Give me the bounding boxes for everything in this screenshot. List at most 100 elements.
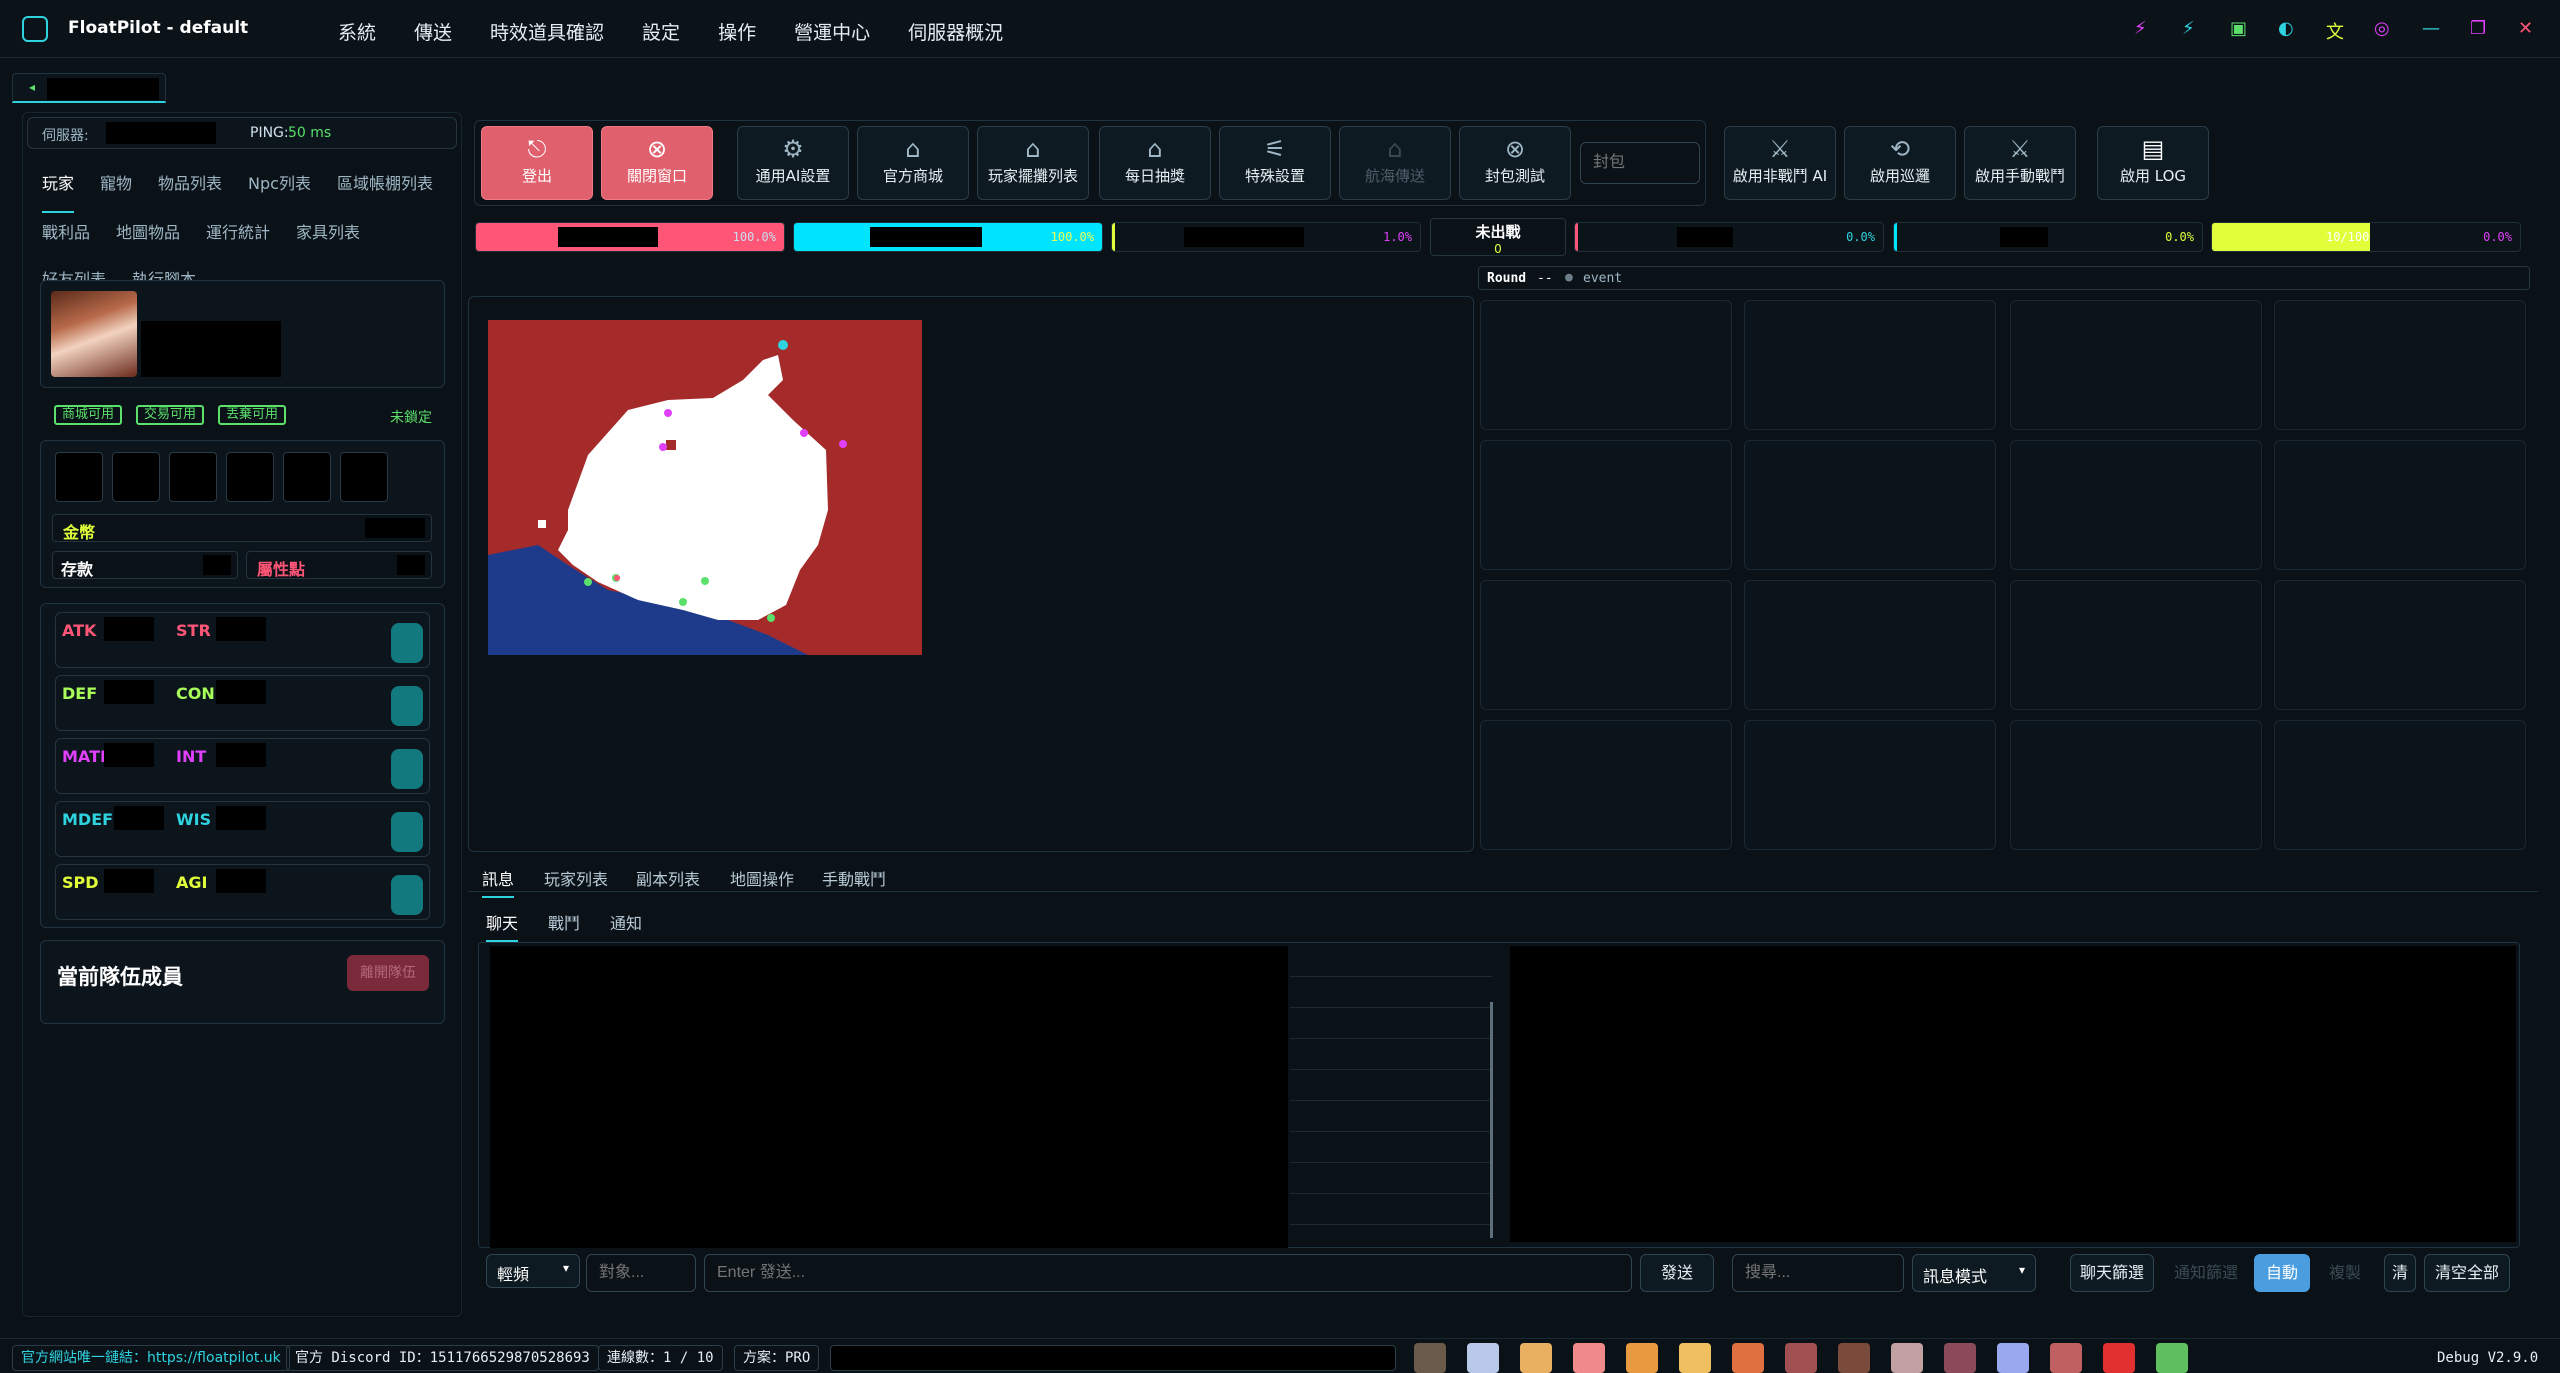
equip-slot[interactable] (169, 452, 217, 502)
save-icon[interactable]: ▣ (2230, 18, 2247, 39)
special-settings-button[interactable]: ⚟ 特殊設置 (1219, 126, 1331, 200)
player-stalls-button[interactable]: ⌂ 玩家擺攤列表 (977, 126, 1089, 200)
battle-slot[interactable] (2010, 300, 2262, 430)
tab-notify[interactable]: 通知 (610, 910, 642, 934)
tab-npc-list[interactable]: Npc列表 (248, 164, 311, 211)
menu-system[interactable]: 系統 (338, 22, 376, 44)
search-input[interactable] (1732, 1254, 1904, 1292)
chat-scrollbar[interactable] (1490, 1002, 1493, 1238)
close-icon[interactable]: ✕ (2518, 18, 2533, 39)
menu-operations[interactable]: 操作 (718, 22, 756, 44)
equip-slot[interactable] (340, 452, 388, 502)
menu-timed-items[interactable]: 時效道具確認 (490, 22, 604, 44)
tab-chat[interactable]: 聊天 (486, 910, 519, 942)
stat-add-button[interactable] (391, 749, 423, 789)
ai-settings-button[interactable]: ⚙ 通用AI設置 (737, 126, 849, 200)
tab-battle[interactable]: 戰鬥 (548, 910, 580, 934)
menu-teleport[interactable]: 傳送 (414, 22, 452, 44)
packet-input[interactable] (1580, 142, 1700, 184)
battle-slot[interactable] (1480, 300, 1732, 430)
send-button[interactable]: 發送 (1640, 1254, 1714, 1292)
target-input[interactable] (586, 1254, 696, 1292)
tab-pet[interactable]: 寵物 (100, 164, 132, 211)
battle-slot[interactable] (1744, 720, 1996, 850)
equip-slot[interactable] (112, 452, 160, 502)
tab-loot[interactable]: 戰利品 (42, 213, 90, 260)
character-avatar[interactable] (2103, 1343, 2135, 1373)
database-icon[interactable]: ◎ (2374, 18, 2390, 39)
non-battle-ai-button[interactable]: ⚔ 啟用非戰鬥 AI (1724, 126, 1836, 200)
auto-scroll-toggle[interactable]: 自動 (2254, 1254, 2310, 1292)
close-window-button[interactable]: ⊗ 關閉窗口 (601, 126, 713, 200)
tab-messages[interactable]: 訊息 (482, 866, 515, 898)
character-avatar[interactable] (1520, 1343, 1552, 1373)
message-mode-select[interactable]: 訊息模式 ▾ (1912, 1254, 2036, 1292)
palette-icon[interactable]: ◐ (2278, 18, 2294, 39)
character-avatar[interactable] (1732, 1343, 1764, 1373)
tab-area-stalls[interactable]: 區域帳棚列表 (337, 164, 433, 211)
character-avatar[interactable] (2050, 1343, 2082, 1373)
packet-test-button[interactable]: ⊗ 封包測試 (1459, 126, 1571, 200)
message-input[interactable] (704, 1254, 1632, 1292)
character-avatar[interactable] (1626, 1343, 1658, 1373)
battle-slot[interactable] (1744, 440, 1996, 570)
character-avatar[interactable] (1944, 1343, 1976, 1373)
bolt-icon[interactable]: ⚡ (2134, 18, 2147, 39)
battle-slot[interactable] (2274, 720, 2526, 850)
stat-add-button[interactable] (391, 812, 423, 852)
patrol-button[interactable]: ⟲ 啟用巡邏 (1844, 126, 1956, 200)
equip-slot[interactable] (55, 452, 103, 502)
equip-slot[interactable] (226, 452, 274, 502)
battle-slot[interactable] (1480, 580, 1732, 710)
tab-dungeon-list[interactable]: 副本列表 (636, 866, 700, 890)
stat-add-button[interactable] (391, 686, 423, 726)
official-site-link[interactable]: 官方網站唯一鏈結：https://floatpilot.uk (12, 1345, 290, 1371)
stat-add-button[interactable] (391, 623, 423, 663)
battle-slot[interactable] (2010, 580, 2262, 710)
bolt-icon[interactable]: ⚡ (2182, 18, 2195, 39)
menu-server-overview[interactable]: 伺服器概況 (908, 22, 1003, 44)
daily-draw-button[interactable]: ⌂ 每日抽獎 (1099, 126, 1211, 200)
tab-run-stats[interactable]: 運行統計 (206, 213, 270, 260)
battle-slot[interactable] (1480, 440, 1732, 570)
stat-add-button[interactable] (391, 875, 423, 915)
manual-battle-button[interactable]: ⚔ 啟用手動戰鬥 (1964, 126, 2076, 200)
character-avatar[interactable] (1679, 1343, 1711, 1373)
battle-slot[interactable] (2274, 440, 2526, 570)
equip-slot[interactable] (283, 452, 331, 502)
leave-party-button[interactable]: 離開隊伍 (347, 955, 429, 991)
tab-map-ops[interactable]: 地圖操作 (730, 866, 794, 890)
restore-icon[interactable]: ❐ (2470, 18, 2486, 39)
official-shop-button[interactable]: ⌂ 官方商城 (857, 126, 969, 200)
copy-button[interactable]: 複製 (2318, 1254, 2372, 1292)
battle-slot[interactable] (1744, 300, 1996, 430)
character-avatar[interactable] (1785, 1343, 1817, 1373)
tab-player[interactable]: 玩家 (42, 164, 75, 213)
character-avatar[interactable] (1997, 1343, 2029, 1373)
battle-slot[interactable] (2010, 720, 2262, 850)
tab-furniture[interactable]: 家具列表 (296, 213, 360, 260)
translate-icon[interactable]: 文 (2326, 18, 2344, 44)
tab-manual-battle[interactable]: 手動戰鬥 (822, 866, 886, 890)
battle-slot[interactable] (2274, 580, 2526, 710)
character-avatar[interactable] (1838, 1343, 1870, 1373)
character-avatar[interactable] (1467, 1343, 1499, 1373)
character-avatar[interactable] (1891, 1343, 1923, 1373)
chat-filter-button[interactable]: 聊天篩選 (2070, 1254, 2154, 1292)
menu-settings[interactable]: 設定 (642, 22, 680, 44)
battle-slot[interactable] (2010, 440, 2262, 570)
tab-map-items[interactable]: 地圖物品 (116, 213, 180, 260)
character-avatar[interactable] (1414, 1343, 1446, 1373)
menu-ops-center[interactable]: 營運中心 (794, 22, 870, 44)
tab-player-list[interactable]: 玩家列表 (544, 866, 608, 890)
character-avatar[interactable] (2156, 1343, 2188, 1373)
clear-button[interactable]: 清 (2384, 1254, 2416, 1292)
clear-all-button[interactable]: 清空全部 (2424, 1254, 2510, 1292)
session-tab[interactable]: ◂ (12, 73, 166, 103)
sea-teleport-button[interactable]: ⌂ 航海傳送 (1339, 126, 1451, 200)
battle-slot[interactable] (1480, 720, 1732, 850)
minimap[interactable] (488, 320, 922, 655)
log-button[interactable]: ▤ 啟用 LOG (2097, 126, 2209, 200)
logout-button[interactable]: ⎋ 登出 (481, 126, 593, 200)
battle-slot[interactable] (1744, 580, 1996, 710)
